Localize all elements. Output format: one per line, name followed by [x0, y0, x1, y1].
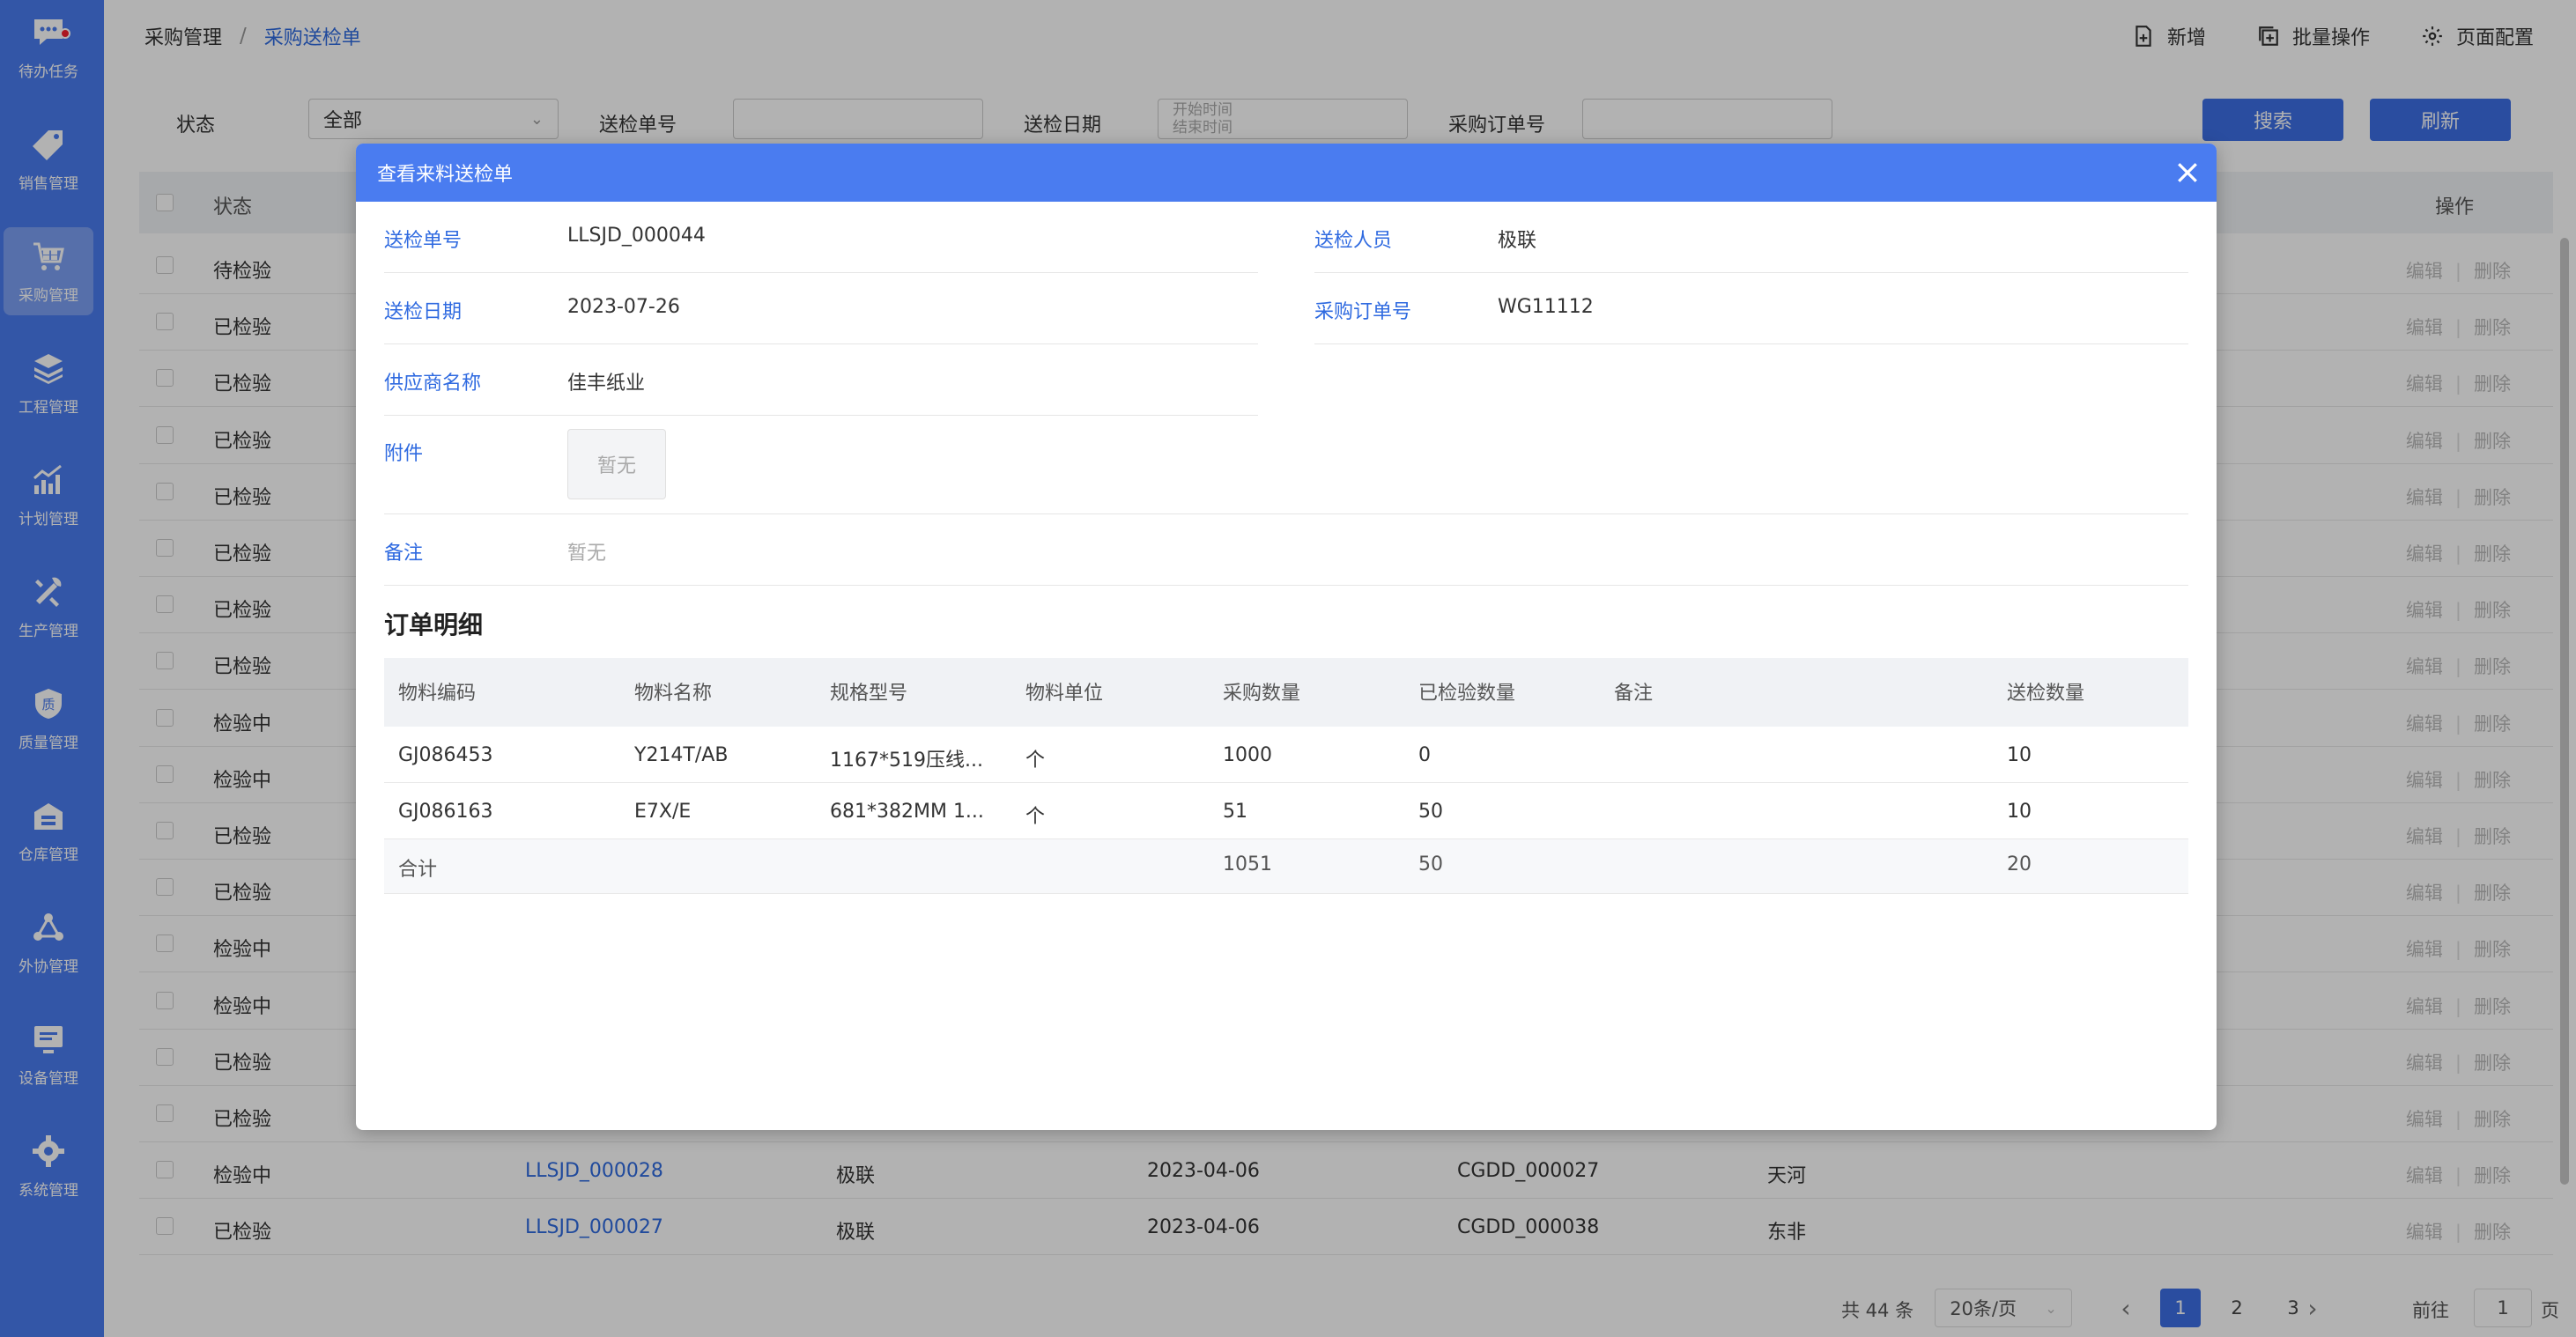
detail-column-header: 采购数量: [1223, 683, 1301, 705]
view-inspection-modal: 查看来料送检单 送检单号 LLSJD_000044 送检日期 2023-07-2…: [356, 144, 2217, 1130]
detail-column-header: 已检验数量: [1418, 683, 1516, 705]
inspect-no-value: LLSJD_000044: [567, 225, 706, 247]
detail-cell: GJ086163: [398, 801, 493, 823]
detail-cell: 1000: [1223, 744, 1272, 766]
close-icon: [2178, 163, 2197, 182]
total-purchase: 1051: [1223, 853, 1272, 875]
detail-cell: 1167*519压线...: [830, 750, 983, 772]
po-label: 采购订单号: [1314, 301, 1412, 323]
close-button[interactable]: [2171, 156, 2204, 189]
total-send: 20: [2007, 853, 2032, 875]
detail-cell: Y214T/AB: [634, 744, 729, 766]
detail-cell: 个: [1025, 806, 1046, 828]
divider: [384, 513, 2188, 514]
detail-cell: 10: [2007, 801, 2032, 823]
detail-column-header: 物料名称: [634, 683, 713, 705]
remark-label: 备注: [384, 543, 424, 565]
detail-total-row: [384, 839, 2188, 894]
supplier-label: 供应商名称: [384, 373, 482, 395]
divider: [384, 585, 2188, 586]
divider: [1314, 272, 2188, 273]
detail-cell: 个: [1025, 750, 1046, 772]
detail-column-header: 物料单位: [1025, 683, 1104, 705]
detail-cell: 0: [1418, 744, 1431, 766]
detail-section-title: 订单明细: [384, 610, 484, 639]
inspector-label: 送检人员: [1314, 230, 1393, 252]
inspect-date-value: 2023-07-26: [567, 296, 680, 318]
divider: [384, 343, 1258, 344]
detail-cell: GJ086453: [398, 744, 493, 766]
remark-value: 暂无: [567, 543, 607, 565]
attachment-box: 暂无: [567, 429, 666, 499]
detail-cell: 10: [2007, 744, 2032, 766]
inspector-value: 极联: [1498, 230, 1537, 252]
inspect-date-label: 送检日期: [384, 301, 463, 323]
divider: [384, 415, 1258, 416]
inspect-no-label: 送检单号: [384, 230, 463, 252]
modal-header: 查看来料送检单: [356, 144, 2217, 202]
attachment-label: 附件: [384, 443, 424, 465]
po-value: WG11112: [1498, 296, 1594, 318]
total-label: 合计: [398, 859, 438, 881]
detail-column-header: 规格型号: [830, 683, 908, 705]
detail-column-header: 送检数量: [2007, 683, 2085, 705]
detail-column-header: 物料编码: [398, 683, 477, 705]
divider: [384, 272, 1258, 273]
detail-column-header: 备注: [1614, 683, 1654, 705]
supplier-value: 佳丰纸业: [567, 373, 646, 395]
modal-title: 查看来料送检单: [377, 164, 514, 186]
total-inspected: 50: [1418, 853, 1443, 875]
detail-cell: 51: [1223, 801, 1247, 823]
detail-cell: E7X/E: [634, 801, 692, 823]
detail-cell: 681*382MM 1...: [830, 801, 984, 823]
detail-cell: 50: [1418, 801, 1443, 823]
divider: [1314, 343, 2188, 344]
